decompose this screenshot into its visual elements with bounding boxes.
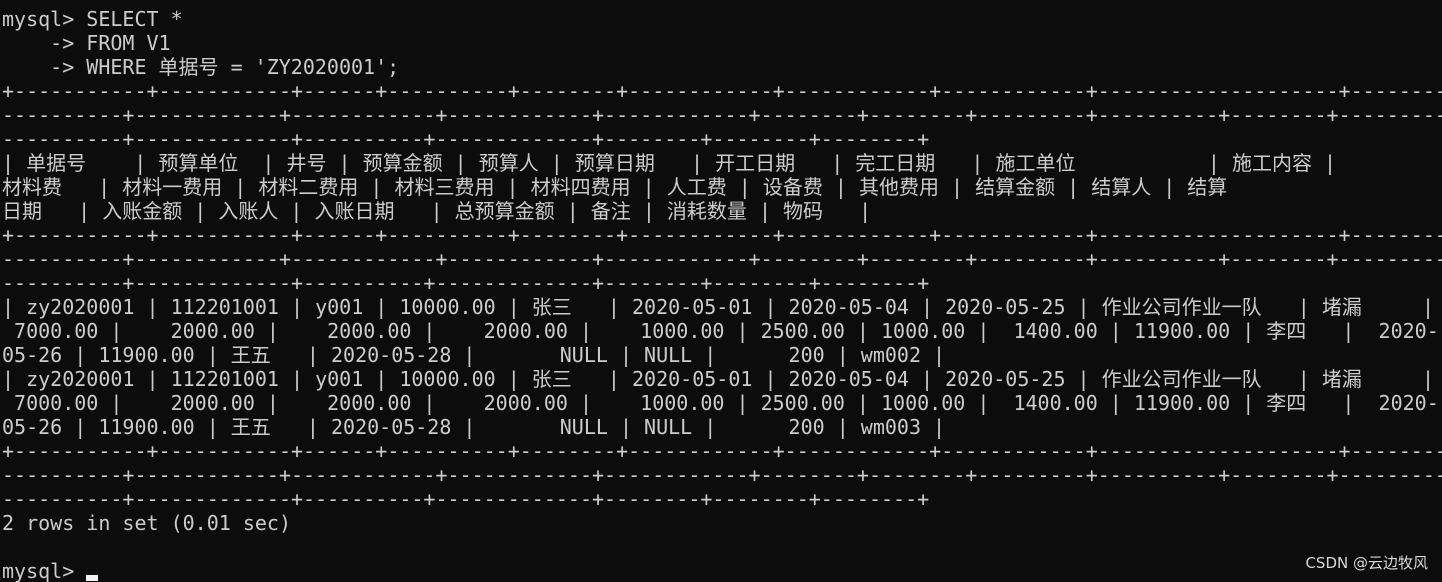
terminal-line: -> FROM V1 [2, 31, 171, 55]
watermark: CSDN @云边牧风 [1305, 554, 1428, 572]
table-header-row: | 单据号 | 预算单位 | 井号 | 预算金额 | 预算人 | 预算日期 | … [2, 151, 1337, 175]
terminal-window[interactable]: mysql> SELECT * -> FROM V1 -> WHERE 单据号 … [0, 0, 1442, 582]
table-border: +-----------+-----------+------+--------… [2, 439, 1442, 463]
table-border: ----------+------------+------------+---… [2, 103, 1442, 127]
table-border: ----------+-------------+----------+----… [2, 127, 930, 151]
text-cursor [86, 575, 98, 581]
table-border: ----------+-------------+----------+----… [2, 271, 930, 295]
table-border: ----------+------------+------------+---… [2, 463, 1442, 487]
table-border: +-----------+-----------+------+--------… [2, 223, 1442, 247]
result-summary: 2 rows in set (0.01 sec) [2, 511, 291, 535]
table-border: ----------+-------------+----------+----… [2, 487, 930, 511]
terminal-line: mysql> SELECT * [2, 7, 183, 31]
mysql-prompt[interactable]: mysql> [2, 559, 86, 582]
table-row: | zy2020001 | 112201001 | y001 | 10000.0… [2, 367, 1435, 391]
terminal-line: -> WHERE 单据号 = 'ZY2020001'; [2, 55, 400, 79]
table-row: 05-26 | 11900.00 | 王五 | 2020-05-28 | NUL… [2, 415, 946, 439]
table-row: | zy2020001 | 112201001 | y001 | 10000.0… [2, 295, 1435, 319]
table-border: +-----------+-----------+------+--------… [2, 79, 1442, 103]
table-header-row: 材料费 | 材料一费用 | 材料二费用 | 材料三费用 | 材料四费用 | 人工… [2, 175, 1228, 199]
table-row: 7000.00 | 2000.00 | 2000.00 | 2000.00 | … [2, 319, 1439, 343]
table-border: ----------+------------+------------+---… [2, 247, 1442, 271]
table-header-row: 日期 | 入账金额 | 入账人 | 入账日期 | 总预算金额 | 备注 | 消耗… [2, 199, 872, 223]
table-row: 05-26 | 11900.00 | 王五 | 2020-05-28 | NUL… [2, 343, 946, 367]
table-row: 7000.00 | 2000.00 | 2000.00 | 2000.00 | … [2, 391, 1439, 415]
